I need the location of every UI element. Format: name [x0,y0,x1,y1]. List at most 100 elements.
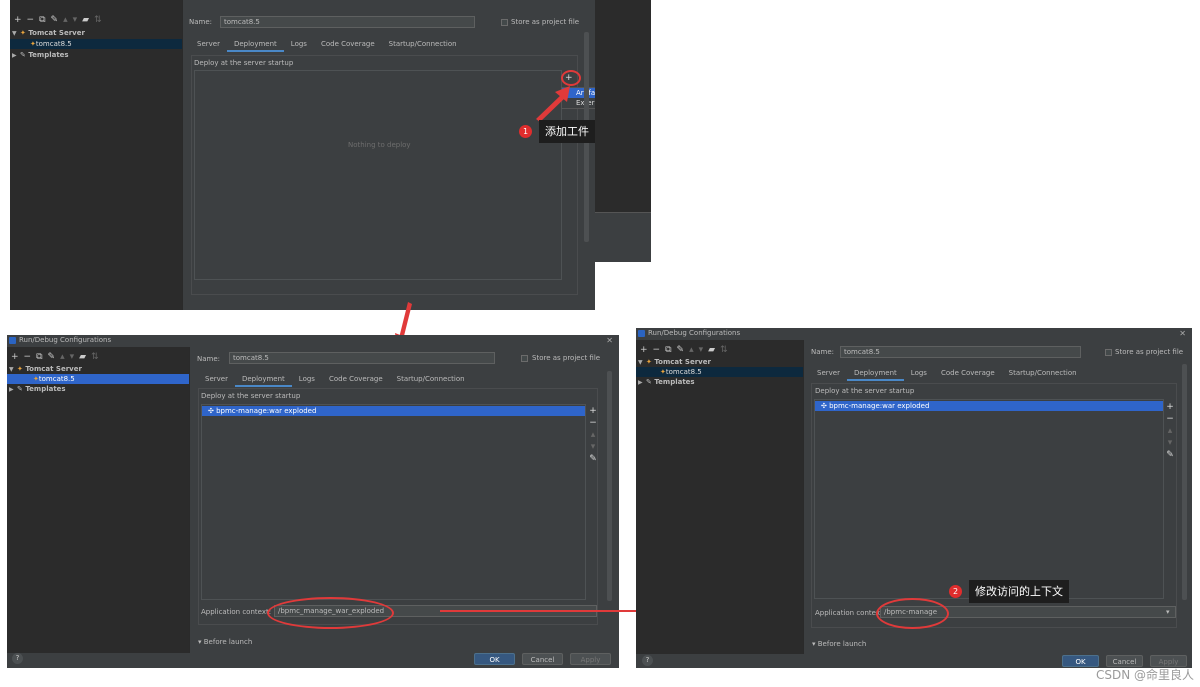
app-icon [9,337,16,344]
move-up-icon[interactable]: ▴ [1165,425,1175,437]
nothing-to-deploy-text: Nothing to deploy [348,141,411,149]
scrollbar[interactable] [607,371,612,601]
tree-toolbar: + − ⧉ ✎ ▴ ▾ ▰ ⇅ [7,351,99,363]
apply-button[interactable]: Apply [570,653,611,665]
deploy-list[interactable]: ✣ bpmc-manage:war exploded [201,404,586,600]
tab-server[interactable]: Server [190,38,227,52]
move-down-icon[interactable]: ▾ [1165,437,1175,449]
copy-icon[interactable]: ⧉ [36,352,42,362]
tab-server[interactable]: Server [810,367,847,381]
deploy-list[interactable] [194,70,562,280]
move-up-icon[interactable]: ▴ [689,345,694,355]
name-field[interactable]: tomcat8.5 [220,16,475,28]
tab-logs[interactable]: Logs [292,373,322,387]
store-as-project-checkbox[interactable] [501,19,508,26]
move-down-icon[interactable]: ▾ [70,352,75,362]
tree-item-tomcat-config[interactable]: ✦tomcat8.5 [10,39,182,49]
tree-toolbar: + − ⧉ ✎ ▴ ▾ ▰ ⇅ [636,344,728,356]
tab-logs[interactable]: Logs [904,367,934,381]
add-icon[interactable]: + [11,352,19,362]
expand-icon[interactable]: ▼ [12,29,20,39]
collapse-icon[interactable]: ▶ [12,51,20,61]
app-context-label: Application context: [815,609,886,617]
edit-icon[interactable]: ✎ [588,453,598,465]
add-icon[interactable]: + [14,15,22,25]
tree-label: Tomcat Server [654,358,711,366]
close-icon[interactable]: ✕ [606,335,613,346]
store-as-project-checkbox[interactable] [1105,349,1112,356]
folder-icon[interactable]: ▰ [708,345,715,355]
deploy-item-artifact[interactable]: ✣ bpmc-manage:war exploded [815,401,1163,411]
move-up-icon[interactable]: ▴ [588,429,598,441]
tab-code-coverage[interactable]: Code Coverage [314,38,382,52]
copy-icon[interactable]: ⧉ [39,15,45,25]
remove-icon[interactable]: − [653,345,661,355]
help-icon[interactable]: ? [642,655,653,666]
tab-startup-connection[interactable]: Startup/Connection [382,38,464,52]
wrench-icon[interactable]: ✎ [677,345,685,355]
deploy-item-artifact[interactable]: ✣ bpmc-manage:war exploded [202,406,585,416]
tree-item-tomcat-config[interactable]: ✦tomcat8.5 [636,367,803,377]
deploy-list[interactable]: ✣ bpmc-manage:war exploded [814,399,1164,599]
folder-icon[interactable]: ▰ [82,15,89,25]
help-icon[interactable]: ? [12,653,23,664]
name-field[interactable]: tomcat8.5 [229,352,495,364]
tree-item-tomcat-server[interactable]: ▼ ✦ Tomcat Server [10,28,182,38]
name-field[interactable]: tomcat8.5 [840,346,1081,358]
remove-icon[interactable]: − [588,417,598,429]
move-down-icon[interactable]: ▾ [73,15,78,25]
before-launch-toggle[interactable]: ▾ Before launch [198,638,252,646]
tab-startup-connection[interactable]: Startup/Connection [1002,367,1084,381]
tree-item-tomcat-config[interactable]: ✦tomcat8.5 [7,374,189,384]
close-icon[interactable]: ✕ [1179,328,1186,339]
sort-icon[interactable]: ⇅ [91,352,99,362]
ok-button[interactable]: OK [474,653,515,665]
watermark: CSDN @命里良人 [1095,668,1194,682]
tree-label: Tomcat Server [25,365,82,373]
store-as-project-checkbox[interactable] [521,355,528,362]
folder-icon[interactable]: ▰ [79,352,86,362]
move-down-icon[interactable]: ▾ [588,441,598,453]
before-launch-toggle[interactable]: ▾ Before launch [812,640,866,648]
chevron-down-icon[interactable]: ▾ [1166,608,1170,616]
wrench-icon[interactable]: ✎ [51,15,59,25]
collapse-icon[interactable]: ▶ [638,378,646,388]
add-icon[interactable]: + [640,345,648,355]
remove-icon[interactable]: − [24,352,32,362]
collapse-icon[interactable]: ▶ [9,385,17,395]
tree-label: Templates [28,51,69,59]
move-up-icon[interactable]: ▴ [60,352,65,362]
remove-icon[interactable]: − [27,15,35,25]
ok-button[interactable]: OK [1062,655,1099,667]
tab-logs[interactable]: Logs [284,38,314,52]
tab-deployment[interactable]: Deployment [226,38,284,52]
tab-deployment[interactable]: Deployment [846,367,904,381]
edit-icon[interactable]: ✎ [1165,449,1175,461]
wrench-icon[interactable]: ✎ [48,352,56,362]
config-tree-panel: + − ⧉ ✎ ▴ ▾ ▰ ⇅ ▼ ✦ Tomcat Server ✦tomcat… [636,340,804,654]
deploy-side-buttons: + − ▴ ▾ ✎ [588,405,598,465]
copy-icon[interactable]: ⧉ [665,345,671,355]
tab-code-coverage[interactable]: Code Coverage [934,367,1002,381]
tab-code-coverage[interactable]: Code Coverage [322,373,390,387]
tree-item-templates[interactable]: ▶ ✎ Templates [10,50,182,60]
cancel-button[interactable]: Cancel [522,653,563,665]
move-up-icon[interactable]: ▴ [63,15,68,25]
name-label: Name: [189,18,213,26]
tree-label: Templates [654,378,695,386]
tree-item-tomcat-server[interactable]: ▼ ✦ Tomcat Server [7,364,189,374]
scrollbar[interactable] [1182,364,1187,600]
sort-icon[interactable]: ⇅ [720,345,728,355]
add-icon[interactable]: + [588,405,598,417]
move-down-icon[interactable]: ▾ [699,345,704,355]
add-icon[interactable]: + [1165,401,1175,413]
tree-item-templates[interactable]: ▶ ✎ Templates [636,377,803,387]
tree-item-tomcat-server[interactable]: ▼ ✦ Tomcat Server [636,357,803,367]
sort-icon[interactable]: ⇅ [94,15,102,25]
remove-icon[interactable]: − [1165,413,1175,425]
tab-server[interactable]: Server [198,373,235,387]
tree-item-templates[interactable]: ▶ ✎ Templates [7,384,189,394]
tab-deployment[interactable]: Deployment [234,373,292,387]
tab-startup-connection[interactable]: Startup/Connection [390,373,472,387]
tomcat-icon: ✦ [17,365,23,373]
